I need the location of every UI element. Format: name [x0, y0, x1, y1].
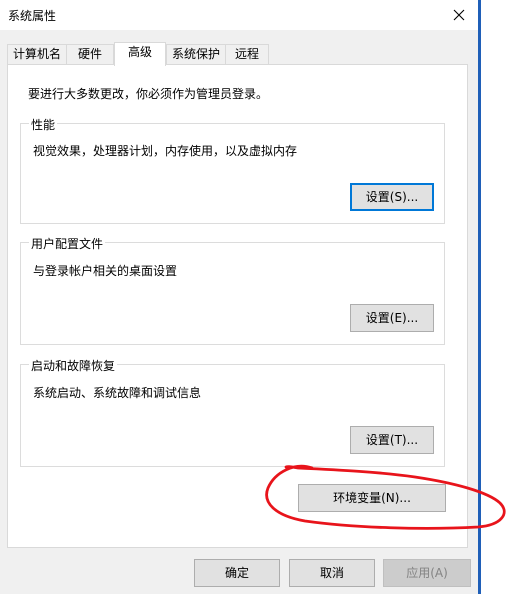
tab-advanced[interactable]: 高级	[114, 42, 166, 66]
startup-recovery-description: 系统启动、系统故障和调试信息	[33, 386, 202, 400]
ok-button[interactable]: 确定	[194, 559, 280, 587]
system-properties-dialog: 系统属性 计算机名 硬件 高级 系统保护 远程 要进行大多数更改，你必须作为管理…	[0, 0, 480, 594]
admin-notice: 要进行大多数更改，你必须作为管理员登录。	[28, 87, 269, 101]
startup-recovery-settings-button[interactable]: 设置(T)...	[350, 426, 434, 454]
close-icon	[453, 9, 465, 21]
user-profiles-description: 与登录帐户相关的桌面设置	[33, 264, 178, 278]
close-button[interactable]	[445, 2, 473, 28]
performance-group-title: 性能	[29, 116, 58, 133]
user-profiles-group: 用户配置文件 与登录帐户相关的桌面设置 设置(E)...	[20, 235, 445, 345]
startup-recovery-group-title: 启动和故障恢复	[29, 357, 118, 374]
user-profiles-settings-button[interactable]: 设置(E)...	[350, 304, 434, 332]
performance-group: 性能 视觉效果，处理器计划，内存使用，以及虚拟内存 设置(S)...	[20, 116, 445, 224]
window-edge-accent	[478, 0, 481, 594]
user-profiles-group-title: 用户配置文件	[29, 235, 106, 252]
tab-remote[interactable]: 远程	[225, 44, 269, 64]
tab-computer-name[interactable]: 计算机名	[7, 44, 67, 64]
window-title: 系统属性	[8, 9, 57, 23]
advanced-tab-panel: 要进行大多数更改，你必须作为管理员登录。 性能 视觉效果，处理器计划，内存使用，…	[7, 64, 468, 548]
performance-description: 视觉效果，处理器计划，内存使用，以及虚拟内存	[33, 144, 298, 158]
tab-system-protection[interactable]: 系统保护	[166, 44, 226, 64]
cancel-button[interactable]: 取消	[289, 559, 375, 587]
apply-button[interactable]: 应用(A)	[383, 559, 471, 587]
performance-settings-button[interactable]: 设置(S)...	[350, 183, 434, 211]
desktop-background	[479, 0, 514, 594]
startup-recovery-group: 启动和故障恢复 系统启动、系统故障和调试信息 设置(T)...	[20, 357, 445, 467]
title-bar: 系统属性	[0, 0, 479, 30]
tab-hardware[interactable]: 硬件	[66, 44, 114, 64]
environment-variables-button[interactable]: 环境变量(N)...	[298, 484, 446, 512]
